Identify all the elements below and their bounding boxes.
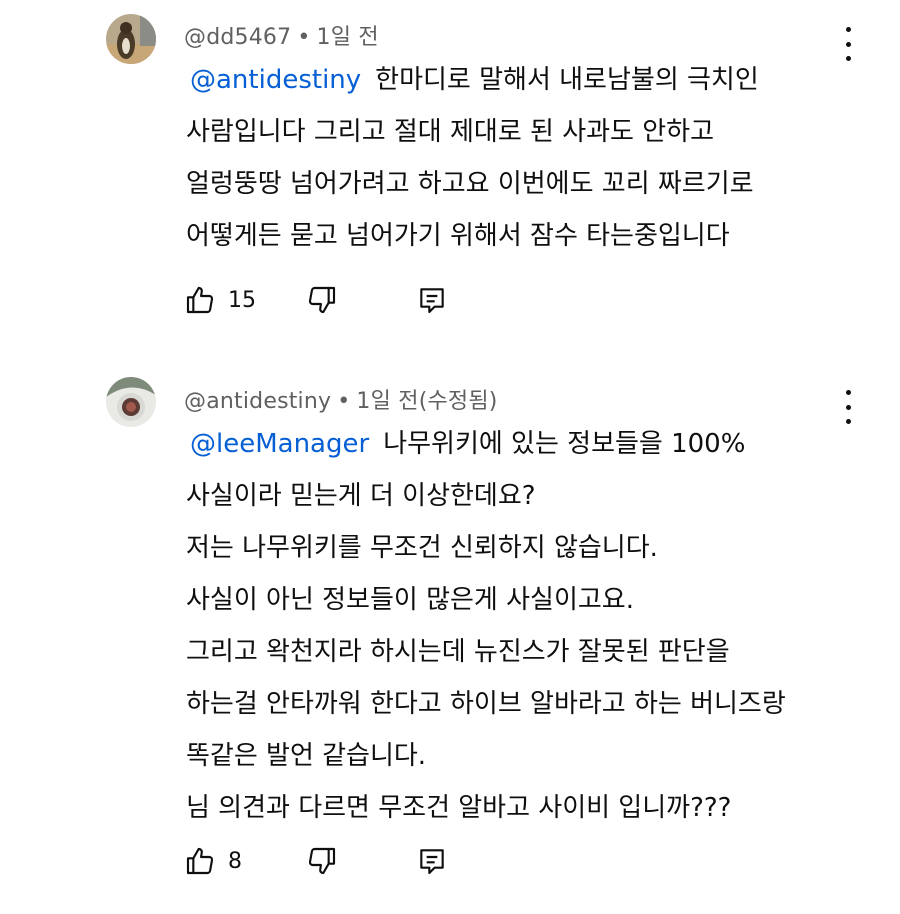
comment-time[interactable]: 1일 전 [317,25,379,50]
comment-meta: @dd5467 • 1일 전 [184,19,379,51]
like-button[interactable]: 15 [184,282,256,318]
comment-line: @antidestiny 한마디로 말해서 내로남불의 극치인 [186,54,860,106]
comment-actions: 15 [184,282,484,318]
comment-meta: @antidestiny • 1일 전(수정됨) [184,383,498,415]
comment-text: 나무위키에 있는 정보들을 100% [383,429,746,459]
comment-line: 사람입니다 그리고 절대 제대로 된 사과도 안하고 [186,117,714,147]
thumbs-down-icon [308,286,336,314]
comment-time[interactable]: 1일 전(수정됨) [356,389,497,414]
meta-separator: • [337,389,351,414]
comment-actions: 8 [184,843,484,879]
comment-line: 그리고 왁천지라 하시는데 뉴진스가 잘못된 판단을 [186,637,730,667]
comment-line: 하는걸 안타까워 한다고 하이브 알바라고 하는 버니즈랑 [186,689,786,719]
like-count: 15 [228,287,256,313]
commenter-avatar[interactable] [106,377,156,427]
thumbs-up-icon [186,847,214,875]
avatar-icon [106,377,156,427]
thumbs-up-icon [186,286,214,314]
comment-body: @antidestiny 한마디로 말해서 내로남불의 극치인 사람입니다 그리고… [186,54,860,262]
reply-icon [420,849,444,875]
comment-line: @leeManager 나무위키에 있는 정보들을 100% [186,418,860,470]
comment-line: 얼렁뚱땅 넘어가려고 하고요 이번에도 꼬리 짜르기로 [186,169,754,199]
comment-author[interactable]: @dd5467 [184,25,291,50]
like-count: 8 [228,848,242,874]
avatar-icon [106,14,156,64]
comment-line: 님 의견과 다르면 무조건 알바고 사이비 입니까??? [186,793,732,823]
meta-separator: • [297,25,311,50]
comment-line: 어떻게든 묻고 넘어가기 위해서 잠수 타는중입니다 [186,221,730,251]
commenter-avatar[interactable] [106,14,156,64]
reply-icon [420,288,444,314]
thumbs-down-icon [308,847,336,875]
comment-text: 한마디로 말해서 내로남불의 극치인 [375,65,759,95]
dislike-button[interactable] [306,843,338,879]
comment-author[interactable]: @antidestiny [184,389,331,414]
mention-link[interactable]: @leeManager [190,429,369,459]
dislike-button[interactable] [306,282,338,318]
comment-line: 사실이라 믿는게 더 이상한데요? [186,481,536,511]
reply-button[interactable] [416,843,448,879]
comment-line: 똑같은 발언 같습니다. [186,741,427,771]
reply-button[interactable] [416,282,448,318]
comment-line: 저는 나무위키를 무조건 신뢰하지 않습니다. [186,533,658,563]
comment-body: @leeManager 나무위키에 있는 정보들을 100% 사실이라 믿는게 더… [186,418,860,834]
like-button[interactable]: 8 [184,843,242,879]
mention-link[interactable]: @antidestiny [190,65,361,95]
comment-line: 사실이 아닌 정보들이 많은게 사실이고요. [186,585,634,615]
